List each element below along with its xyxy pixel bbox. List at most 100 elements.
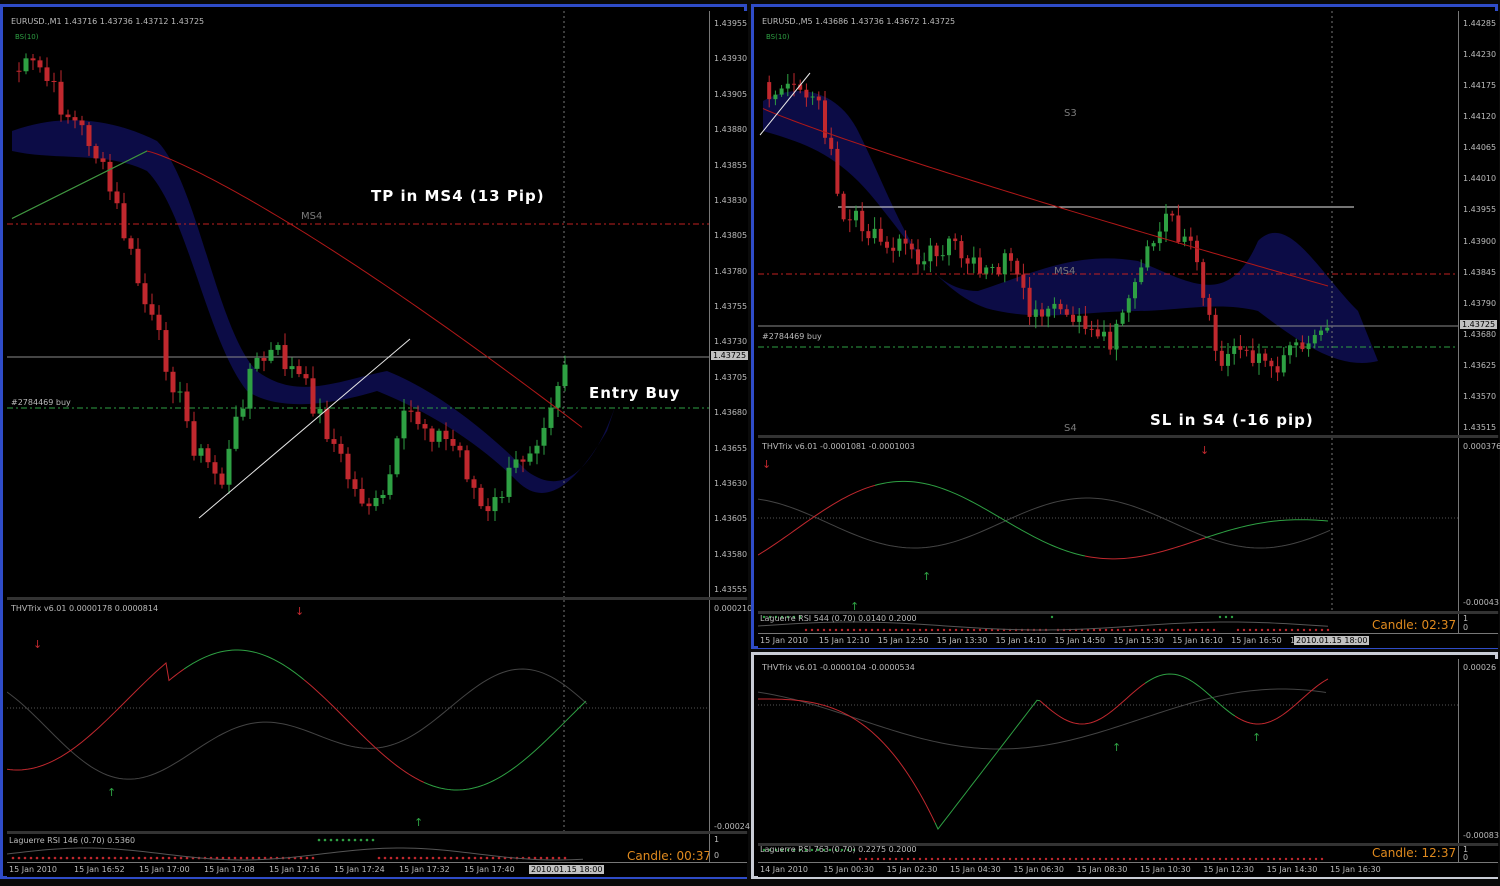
laguerre-dot [1098, 628, 1102, 632]
candle-body [1195, 240, 1199, 263]
chart-window-m5[interactable]: EURUSD.,M5 1.43686 1.43736 1.43672 1.437… [751, 4, 1500, 649]
laguerre-dot [557, 856, 561, 860]
laguerre-dot [1158, 857, 1162, 861]
trix-axis-bottom: -0.00043 [1463, 598, 1499, 607]
candle-body [317, 409, 323, 414]
chart-window-m1[interactable]: EURUSD.,M1 1.43716 1.43736 1.43712 1.437… [0, 4, 752, 879]
candle-body [785, 83, 790, 89]
laguerre-dot [1140, 628, 1144, 632]
candle-body [1126, 298, 1131, 313]
candle-body [847, 219, 852, 221]
candle-body [513, 459, 519, 468]
laguerre-dot [551, 856, 555, 860]
candle-body [247, 368, 253, 409]
laguerre-dot [906, 857, 910, 861]
laguerre-axis-top: 1 [714, 835, 720, 844]
time-tick: 15 Jan 12:10 [818, 636, 870, 645]
time-tick: 14 Jan 2010 [760, 865, 808, 874]
down-arrow: ↓ [33, 638, 42, 651]
price-tick: 1.44285 [1463, 19, 1497, 28]
candle-body [429, 428, 435, 442]
candle-body [128, 238, 134, 249]
candle-body [1238, 346, 1243, 350]
laguerre-pane[interactable]: Laguerre RSI 763 (0.70) 0.2275 0.2000 Ca… [758, 846, 1458, 862]
candle-body [1015, 260, 1020, 275]
laguerre-dot [858, 628, 862, 632]
price-tick: 1.43780 [714, 266, 748, 276]
up-arrow: ↑ [414, 816, 423, 829]
laguerre-dot [960, 628, 964, 632]
trix-pane[interactable]: ↓ ↓ ↑ ↑ THVTrix v6.01 0.0000178 0.0000814 [7, 600, 709, 831]
trix-line-red [303, 679, 425, 783]
laguerre-dot [353, 838, 357, 842]
laguerre-pane[interactable]: Laguerre RSI 146 (0.70) 0.5360 Candle: 0… [7, 834, 709, 862]
laguerre-dot [1014, 857, 1018, 861]
price-pane[interactable]: EURUSD.,M1 1.43716 1.43736 1.43712 1.437… [7, 11, 709, 597]
candle-body [44, 67, 50, 81]
candle-body [959, 241, 964, 259]
laguerre-dot [1296, 628, 1300, 632]
candle-body [1095, 329, 1100, 337]
laguerre-dot [1248, 857, 1252, 861]
laguerre-dot [1254, 628, 1258, 632]
time-tick: 15 Jan 13:30 [936, 636, 988, 645]
price-tick: 1.43755 [714, 302, 748, 311]
trix-line-red [1084, 537, 1206, 560]
price-chart[interactable] [7, 11, 709, 597]
candle-body [872, 228, 877, 239]
trix-label: THVTrix v6.01 -0.0001081 -0.0001003 [762, 442, 915, 451]
candle-body [205, 448, 211, 463]
laguerre-axis-top: 1 [1463, 614, 1469, 623]
price-tick: 1.44175 [1463, 81, 1497, 91]
laguerre-dot [41, 856, 45, 860]
candle-body [359, 488, 365, 504]
candle-body [1145, 246, 1150, 268]
candle-body [219, 473, 225, 485]
laguerre-dot [29, 856, 33, 860]
price-tick: 1.43955 [1463, 205, 1497, 215]
price-chart[interactable] [758, 11, 1458, 435]
candle-body [854, 210, 858, 221]
laguerre-dot [942, 857, 946, 861]
candle-body [965, 258, 970, 264]
trix-pane[interactable]: ↓ ↓ ↑ ↑ THVTrix v6.01 -0.0001081 -0.0001003 [758, 438, 1458, 611]
price-tick: 1.43790 [1463, 298, 1497, 308]
candle-body [177, 391, 183, 393]
candle-timer: Candle: 02:37 [1372, 618, 1457, 632]
chart-window-h1[interactable]: ↑ ↑ THVTrix v6.01 -0.0000104 -0.0000534 0… [751, 652, 1499, 879]
laguerre-axis: 1 0 [1458, 845, 1499, 862]
trix-line-green [423, 700, 587, 791]
laguerre-dot [1134, 628, 1138, 632]
price-tick: 1.43930 [714, 54, 748, 64]
price-pane[interactable]: EURUSD.,M5 1.43686 1.43736 1.43672 1.437… [758, 11, 1458, 435]
candle-body [156, 314, 162, 331]
laguerre-dot [912, 628, 916, 632]
trix-line-green [874, 480, 1086, 557]
laguerre-dot [257, 856, 261, 860]
laguerre-dot [1164, 857, 1168, 861]
price-tick: 1.43730 [714, 337, 748, 347]
candle-body [366, 503, 372, 507]
candle-body [450, 439, 456, 446]
candle-body [1207, 297, 1212, 315]
laguerre-dot [978, 628, 982, 632]
candle-body [240, 408, 246, 417]
trix-pane[interactable]: ↑ ↑ THVTrix v6.01 -0.0000104 -0.0000534 [758, 659, 1458, 843]
candle-body [1077, 315, 1082, 322]
laguerre-dot [1020, 857, 1024, 861]
ichimoku-cloud [12, 120, 617, 493]
moving-average-line-green [11, 150, 148, 219]
candle-body [1089, 328, 1094, 330]
candle-timer: Candle: 00:37 [627, 849, 709, 862]
candle-body [499, 496, 505, 498]
candle-body [1040, 309, 1044, 317]
laguerre-pane[interactable]: Laguerre RSI 544 (0.70) 0.0140 0.2000 Ca… [758, 614, 1458, 633]
laguerre-dot [479, 856, 483, 860]
laguerre-dot [1146, 628, 1150, 632]
candle-body [1083, 315, 1088, 329]
laguerre-dot [1194, 857, 1198, 861]
laguerre-dot [918, 628, 922, 632]
down-arrow: ↓ [1200, 444, 1209, 457]
laguerre-dot [1134, 857, 1138, 861]
down-arrow: ↓ [295, 605, 304, 618]
